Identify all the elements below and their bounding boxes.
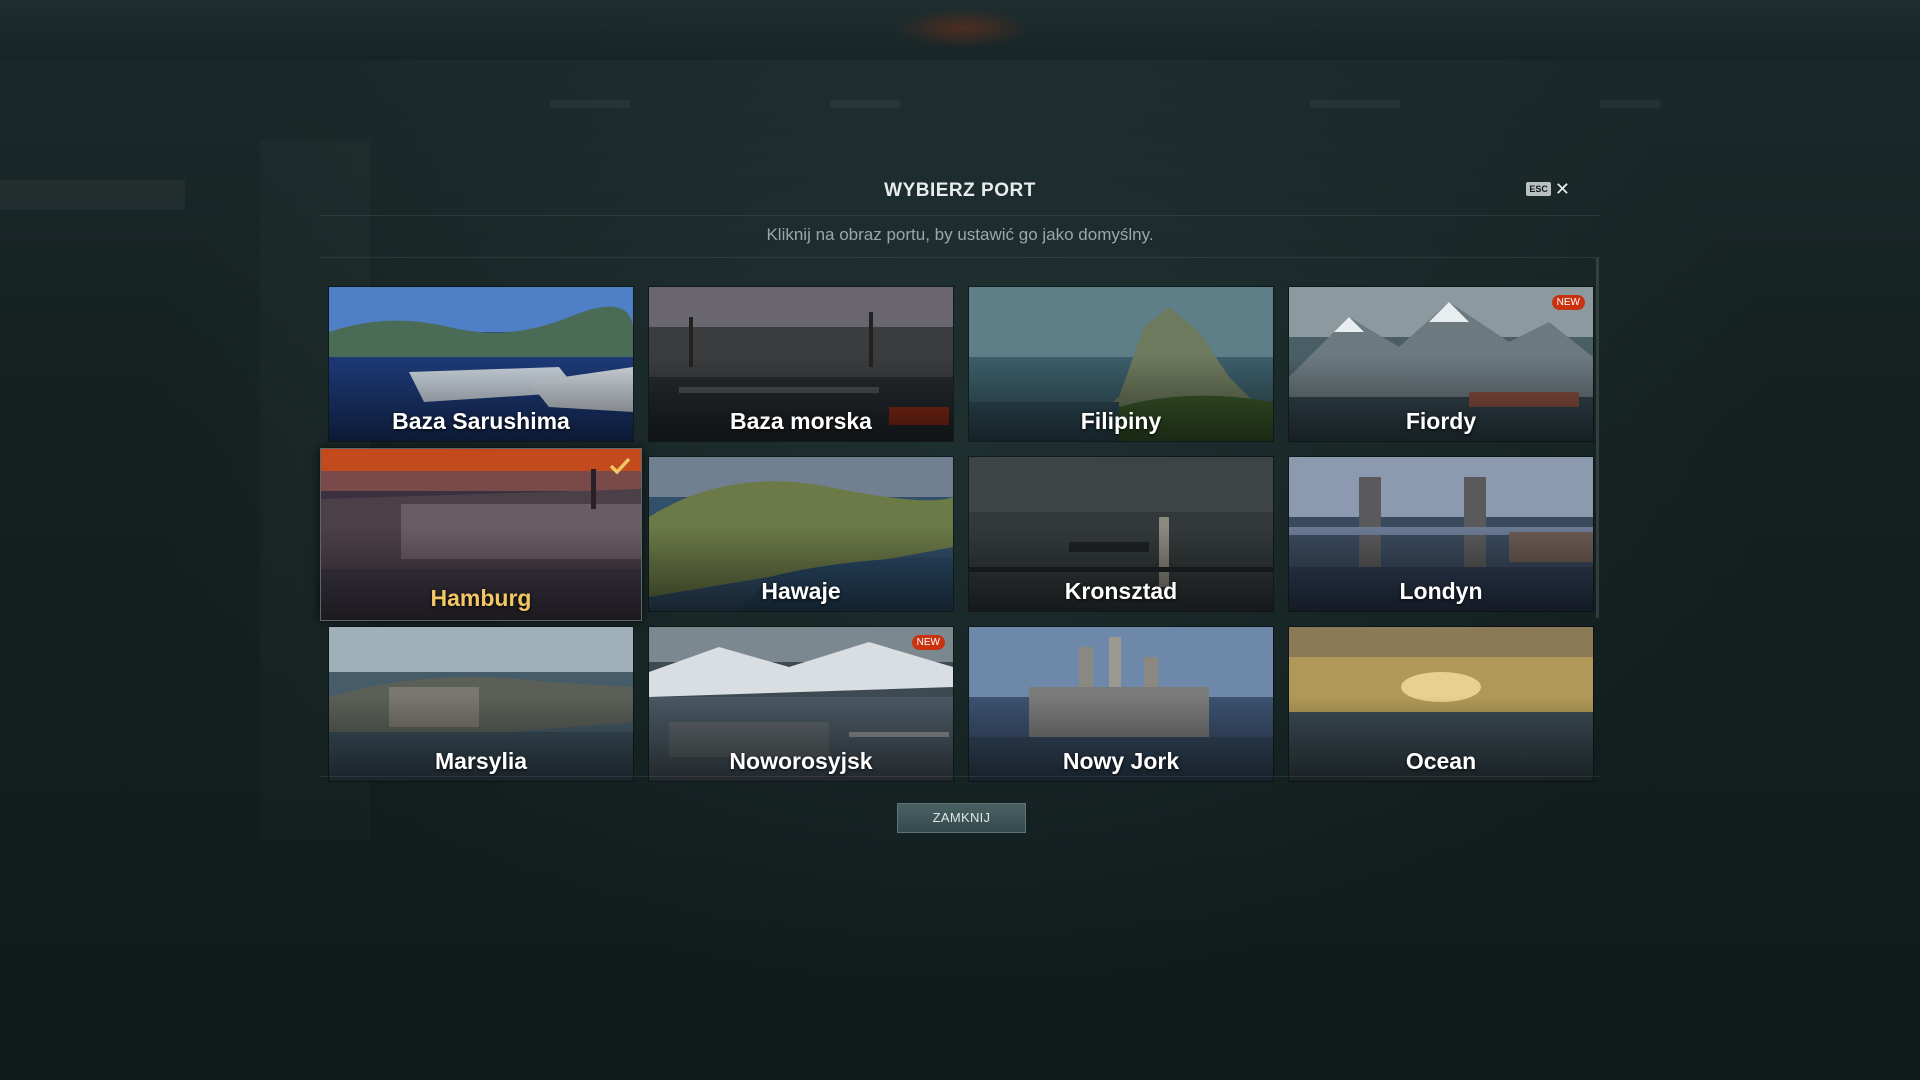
grid-bottom-divider xyxy=(320,776,1600,777)
dialog-subtitle: Kliknij na obraz portu, by ustawić go ja… xyxy=(766,225,1154,244)
port-tile-fiordy[interactable]: NEW Fiordy xyxy=(1288,286,1594,442)
port-tile-marsylia[interactable]: Marsylia xyxy=(328,626,634,782)
new-badge: NEW xyxy=(911,635,945,650)
background-panel-strip xyxy=(0,180,185,210)
esc-key-badge: ESC xyxy=(1526,182,1551,196)
background-nav-item xyxy=(830,100,900,108)
port-name: Fiordy xyxy=(1405,408,1477,434)
background-battle-button-glow xyxy=(895,8,1030,48)
port-tile-kronsztad[interactable]: Kronsztad xyxy=(968,456,1274,612)
title-divider xyxy=(320,215,1600,216)
close-icon[interactable]: ✕ xyxy=(1555,180,1570,198)
background-nav-item xyxy=(1310,100,1400,108)
port-name: Nowy Jork xyxy=(1062,748,1180,774)
port-tile-noworosyjsk[interactable]: NEW Noworosyjsk xyxy=(648,626,954,782)
port-name: Baza morska xyxy=(730,408,872,434)
port-name: Marsylia xyxy=(434,748,528,774)
new-badge: NEW xyxy=(1551,295,1585,310)
port-name: Ocean xyxy=(1405,748,1477,774)
close-dialog-control[interactable]: ESC ✕ xyxy=(1526,180,1570,198)
port-name: Noworosyjsk xyxy=(729,748,873,774)
port-name: Kronsztad xyxy=(1064,578,1178,604)
dialog-title: WYBIERZ PORT xyxy=(884,180,1036,201)
subtitle-divider xyxy=(320,257,1600,258)
port-tile-hamburg[interactable]: Hamburg xyxy=(320,448,642,621)
background-nav-item xyxy=(1600,100,1660,108)
port-tile-baza-sarushima[interactable]: Baza Sarushima xyxy=(328,286,634,442)
port-name: Hawaje xyxy=(761,578,841,604)
port-tile-nowy-jork[interactable]: Nowy Jork xyxy=(968,626,1274,782)
port-name: Filipiny xyxy=(1080,408,1162,434)
port-tile-baza-morska[interactable]: Baza morska xyxy=(648,286,954,442)
port-grid: Baza Sarushima Baza morska Filipiny NEW … xyxy=(320,286,1598,782)
port-name: Hamburg xyxy=(430,585,532,611)
port-tile-filipiny[interactable]: Filipiny xyxy=(968,286,1274,442)
port-name: Baza Sarushima xyxy=(392,408,570,434)
checkmark-icon xyxy=(609,457,631,475)
port-tile-londyn[interactable]: Londyn xyxy=(1288,456,1594,612)
port-name: Londyn xyxy=(1399,578,1483,604)
close-button[interactable]: ZAMKNIJ xyxy=(897,803,1026,833)
port-tile-hawaje[interactable]: Hawaje xyxy=(648,456,954,612)
port-select-dialog: WYBIERZ PORT ESC ✕ Kliknij na obraz port… xyxy=(320,170,1600,850)
port-tile-ocean[interactable]: Ocean xyxy=(1288,626,1594,782)
background-nav-item xyxy=(550,100,630,108)
